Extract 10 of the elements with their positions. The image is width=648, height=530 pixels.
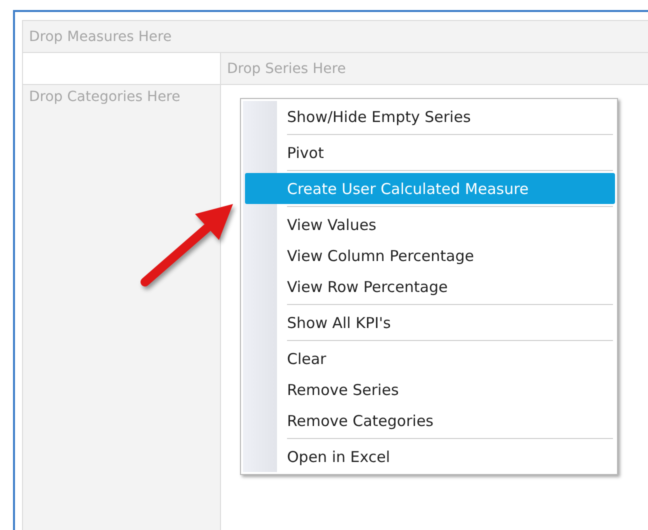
menu-item[interactable]: Remove Series: [277, 374, 615, 405]
menu-item[interactable]: Show/Hide Empty Series: [277, 101, 615, 132]
menu-item[interactable]: View Row Percentage: [277, 271, 615, 302]
menu-item[interactable]: Clear: [277, 343, 615, 374]
menu-item[interactable]: Show All KPI's: [277, 307, 615, 338]
menu-item[interactable]: Remove Categories: [277, 405, 615, 436]
menu-item[interactable]: Open in Excel: [277, 441, 615, 472]
menu-item[interactable]: View Values: [277, 209, 615, 240]
menu-item[interactable]: View Column Percentage: [277, 240, 615, 271]
menu-item[interactable]: Pivot: [277, 137, 615, 168]
